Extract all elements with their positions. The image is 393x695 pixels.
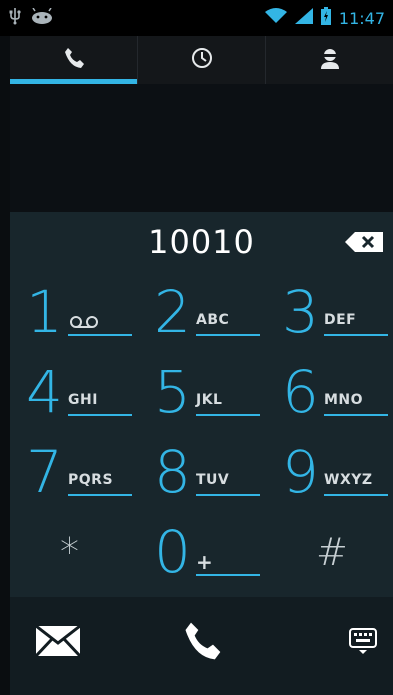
key-2[interactable]: 2 ABC (138, 272, 264, 352)
status-right: 11:47 (264, 7, 385, 29)
keyboard-toggle-button[interactable] (333, 617, 393, 669)
key-digit: 1 (26, 278, 63, 346)
key-letters: TUV (196, 472, 230, 488)
key-9[interactable]: 9 WXYZ (266, 432, 392, 512)
status-bar: 11:47 (0, 0, 393, 36)
key-6[interactable]: 6 MNO (266, 352, 392, 432)
key-8[interactable]: 8 TUV (138, 432, 264, 512)
key-digit: * (60, 530, 79, 574)
key-digit: 3 (282, 278, 319, 346)
battery-icon (320, 7, 331, 29)
android-icon (30, 7, 54, 28)
key-5[interactable]: 5 JKL (138, 352, 264, 432)
key-letters: ABC (196, 312, 230, 328)
key-letters: PQRS (68, 472, 114, 488)
key-digit: 5 (154, 358, 191, 426)
key-underline (324, 494, 388, 496)
key-digit: 2 (154, 278, 191, 346)
key-digit: 4 (26, 358, 63, 426)
key-underline (196, 494, 260, 496)
digits-row: 10010 (10, 212, 393, 272)
phone-icon (62, 46, 86, 74)
key-underline (324, 334, 388, 336)
key-3[interactable]: 3 DEF (266, 272, 392, 352)
status-left (8, 7, 54, 29)
tab-dialer[interactable] (10, 36, 138, 84)
key-digit: 7 (26, 438, 63, 506)
key-digit: 6 (282, 358, 319, 426)
key-underline (324, 414, 388, 416)
blank-area (10, 84, 393, 212)
call-icon (180, 619, 224, 667)
dialer-screen: 11:47 10010 1 2 ABC 3 DEF 4 GHI 5 JKL 6 … (0, 0, 393, 695)
usb-icon (8, 7, 22, 29)
key-underline (196, 574, 260, 576)
key-digit: 9 (282, 438, 319, 506)
key-digit: 0 (154, 518, 191, 586)
voicemail-icon (68, 314, 102, 330)
key-1[interactable]: 1 (10, 272, 136, 352)
key-underline (196, 334, 260, 336)
key-0[interactable]: 0 + (138, 512, 264, 592)
key-underline (68, 494, 132, 496)
wifi-icon (264, 8, 287, 28)
backspace-button[interactable] (345, 232, 383, 252)
key-letters: GHI (68, 392, 98, 408)
keyboard-icon (348, 626, 378, 660)
sms-button[interactable] (28, 617, 88, 669)
key-underline (196, 414, 260, 416)
envelope-icon (34, 624, 82, 661)
bottom-action-bar (10, 597, 393, 695)
key-4[interactable]: 4 GHI (10, 352, 136, 432)
key-letters: MNO (324, 392, 364, 408)
key-star[interactable]: * (10, 512, 136, 592)
key-underline (68, 334, 132, 336)
key-underline (68, 414, 132, 416)
tab-bar (10, 36, 393, 84)
dialed-digits[interactable]: 10010 (148, 223, 255, 261)
key-digit: 8 (154, 438, 191, 506)
key-letters: WXYZ (324, 472, 373, 488)
key-letters: JKL (196, 392, 223, 408)
status-time: 11:47 (338, 8, 385, 28)
backspace-icon (345, 232, 383, 256)
call-button[interactable] (172, 617, 232, 669)
tab-call-log[interactable] (138, 36, 266, 84)
key-letters: DEF (324, 312, 357, 328)
clock-icon (191, 47, 213, 73)
key-hash[interactable]: # (266, 512, 392, 592)
key-7[interactable]: 7 PQRS (10, 432, 136, 512)
dialer-panel: 10010 1 2 ABC 3 DEF 4 GHI 5 JKL 6 MNO 7 … (10, 212, 393, 597)
key-digit: # (316, 530, 348, 574)
key-letters: + (196, 550, 214, 574)
tab-contacts[interactable] (266, 36, 393, 84)
keypad: 1 2 ABC 3 DEF 4 GHI 5 JKL 6 MNO 7 PQRS 8… (10, 272, 393, 597)
person-icon (318, 46, 342, 74)
signal-icon (294, 8, 313, 28)
